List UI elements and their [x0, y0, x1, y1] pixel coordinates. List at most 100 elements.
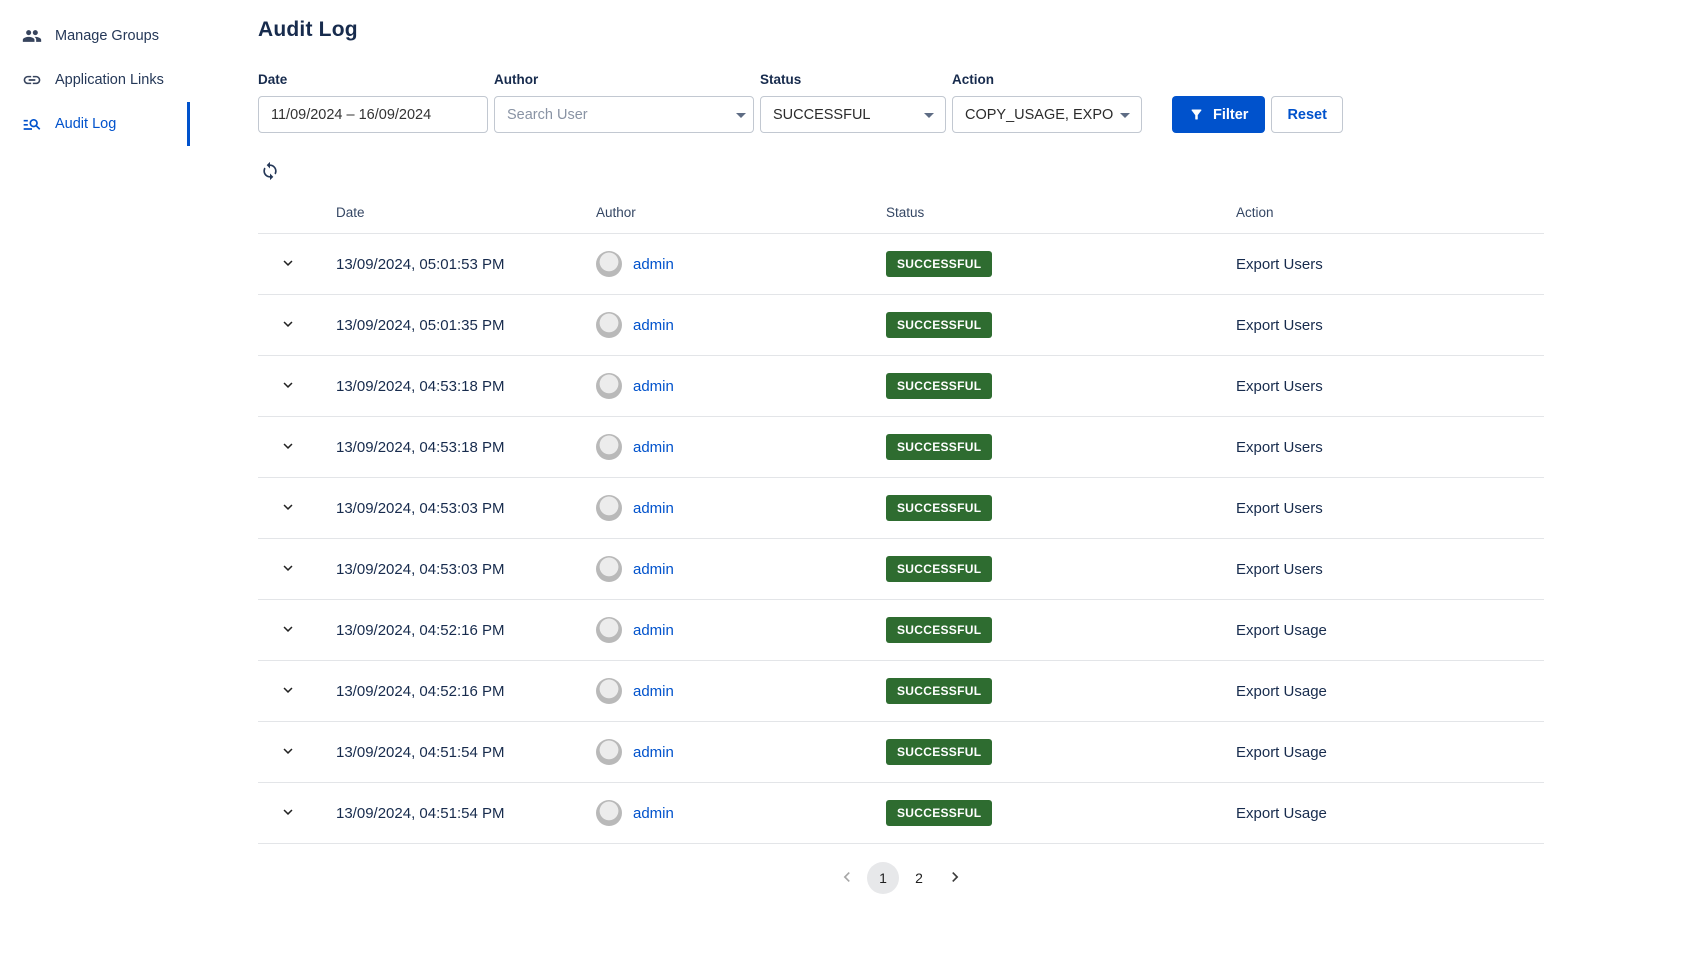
row-status-cell: SUCCESSFUL	[886, 295, 1236, 356]
expand-row-button[interactable]	[275, 250, 301, 279]
table-row: 13/09/2024, 04:53:03 PM admin SUCCESSFUL…	[258, 539, 1544, 600]
avatar	[596, 678, 622, 704]
action-select[interactable]: COPY_USAGE, EXPO	[952, 96, 1142, 133]
row-date: 13/09/2024, 04:51:54 PM	[336, 783, 596, 844]
avatar	[596, 617, 622, 643]
avatar	[596, 495, 622, 521]
author-combobox[interactable]	[494, 96, 754, 133]
people-icon	[22, 26, 42, 46]
row-status-cell: SUCCESSFUL	[886, 661, 1236, 722]
previous-page-button[interactable]	[831, 862, 863, 894]
row-action: Export Users	[1236, 539, 1544, 600]
chevron-down-icon	[279, 376, 297, 397]
sidebar-item-label: Audit Log	[55, 116, 116, 132]
row-author-cell: admin	[596, 722, 886, 783]
expand-row-button[interactable]	[275, 372, 301, 401]
next-page-button[interactable]	[939, 862, 971, 894]
expand-row-button[interactable]	[275, 799, 301, 828]
expand-row-button[interactable]	[275, 494, 301, 523]
chevron-left-icon	[837, 867, 857, 890]
expand-row-button[interactable]	[275, 616, 301, 645]
row-action: Export Usage	[1236, 600, 1544, 661]
avatar	[596, 556, 622, 582]
row-author-cell: admin	[596, 478, 886, 539]
main-content: Audit Log Date Author Status SUCCESSFU	[190, 0, 1690, 975]
sidebar-item-audit-log[interactable]: Audit Log	[0, 102, 190, 146]
author-link[interactable]: admin	[633, 561, 674, 578]
expand-column-header	[258, 189, 336, 234]
sidebar-item-application-links[interactable]: Application Links	[0, 58, 190, 102]
page-button-2[interactable]: 2	[903, 862, 935, 894]
row-author-cell: admin	[596, 539, 886, 600]
row-expand-cell	[258, 539, 336, 600]
status-filter-field: Status SUCCESSFUL	[760, 72, 946, 133]
status-badge: SUCCESSFUL	[886, 739, 992, 765]
chevron-down-icon	[729, 103, 753, 127]
date-filter-field: Date	[258, 72, 488, 133]
refresh-icon	[260, 161, 280, 181]
row-status-cell: SUCCESSFUL	[886, 783, 1236, 844]
chevron-down-icon	[279, 620, 297, 641]
row-date: 13/09/2024, 04:53:18 PM	[336, 417, 596, 478]
filter-button[interactable]: Filter	[1172, 96, 1265, 133]
row-author-cell: admin	[596, 783, 886, 844]
expand-row-button[interactable]	[275, 677, 301, 706]
chevron-down-icon	[279, 559, 297, 580]
author-link[interactable]: admin	[633, 500, 674, 517]
row-status-cell: SUCCESSFUL	[886, 478, 1236, 539]
author-filter-field: Author	[494, 72, 754, 133]
avatar	[596, 373, 622, 399]
table-row: 13/09/2024, 04:51:54 PM admin SUCCESSFUL…	[258, 783, 1544, 844]
row-date: 13/09/2024, 04:53:18 PM	[336, 356, 596, 417]
sidebar-item-label: Manage Groups	[55, 28, 159, 44]
status-badge: SUCCESSFUL	[886, 617, 992, 643]
author-link[interactable]: admin	[633, 744, 674, 761]
table-body: 13/09/2024, 05:01:53 PM admin SUCCESSFUL…	[258, 234, 1544, 844]
author-link[interactable]: admin	[633, 622, 674, 639]
chevron-down-icon	[917, 103, 941, 127]
status-badge: SUCCESSFUL	[886, 800, 992, 826]
expand-row-button[interactable]	[275, 311, 301, 340]
row-expand-cell	[258, 661, 336, 722]
table-row: 13/09/2024, 05:01:35 PM admin SUCCESSFUL…	[258, 295, 1544, 356]
author-link[interactable]: admin	[633, 683, 674, 700]
row-action: Export Users	[1236, 234, 1544, 295]
avatar	[596, 800, 622, 826]
action-filter-field: Action COPY_USAGE, EXPO	[952, 72, 1142, 133]
row-date: 13/09/2024, 04:53:03 PM	[336, 478, 596, 539]
page-button-1[interactable]: 1	[867, 862, 899, 894]
audit-log-table: Date Author Status Action 13/09/2024, 05…	[258, 189, 1544, 844]
row-author-cell: admin	[596, 661, 886, 722]
row-expand-cell	[258, 783, 336, 844]
funnel-icon	[1189, 107, 1204, 122]
row-expand-cell	[258, 478, 336, 539]
expand-row-button[interactable]	[275, 433, 301, 462]
pagination: 1 2	[258, 862, 1544, 894]
chevron-down-icon	[279, 742, 297, 763]
author-link[interactable]: admin	[633, 378, 674, 395]
app-root: Manage Groups Application Links Audit Lo…	[0, 0, 1690, 975]
author-link[interactable]: admin	[633, 439, 674, 456]
refresh-button[interactable]	[258, 159, 282, 183]
author-link[interactable]: admin	[633, 317, 674, 334]
reset-button[interactable]: Reset	[1271, 96, 1343, 133]
expand-row-button[interactable]	[275, 738, 301, 767]
expand-row-button[interactable]	[275, 555, 301, 584]
table-row: 13/09/2024, 04:52:16 PM admin SUCCESSFUL…	[258, 661, 1544, 722]
author-search-input[interactable]	[495, 97, 729, 132]
table-row: 13/09/2024, 04:53:18 PM admin SUCCESSFUL…	[258, 417, 1544, 478]
row-status-cell: SUCCESSFUL	[886, 417, 1236, 478]
row-status-cell: SUCCESSFUL	[886, 356, 1236, 417]
column-header-date: Date	[336, 189, 596, 234]
sidebar-item-manage-groups[interactable]: Manage Groups	[0, 14, 190, 58]
audit-search-icon	[22, 114, 42, 134]
row-action: Export Users	[1236, 356, 1544, 417]
row-status-cell: SUCCESSFUL	[886, 600, 1236, 661]
author-link[interactable]: admin	[633, 805, 674, 822]
avatar	[596, 739, 622, 765]
author-link[interactable]: admin	[633, 256, 674, 273]
status-badge: SUCCESSFUL	[886, 556, 992, 582]
date-range-input[interactable]	[258, 96, 488, 133]
row-date: 13/09/2024, 05:01:53 PM	[336, 234, 596, 295]
status-select[interactable]: SUCCESSFUL	[760, 96, 946, 133]
